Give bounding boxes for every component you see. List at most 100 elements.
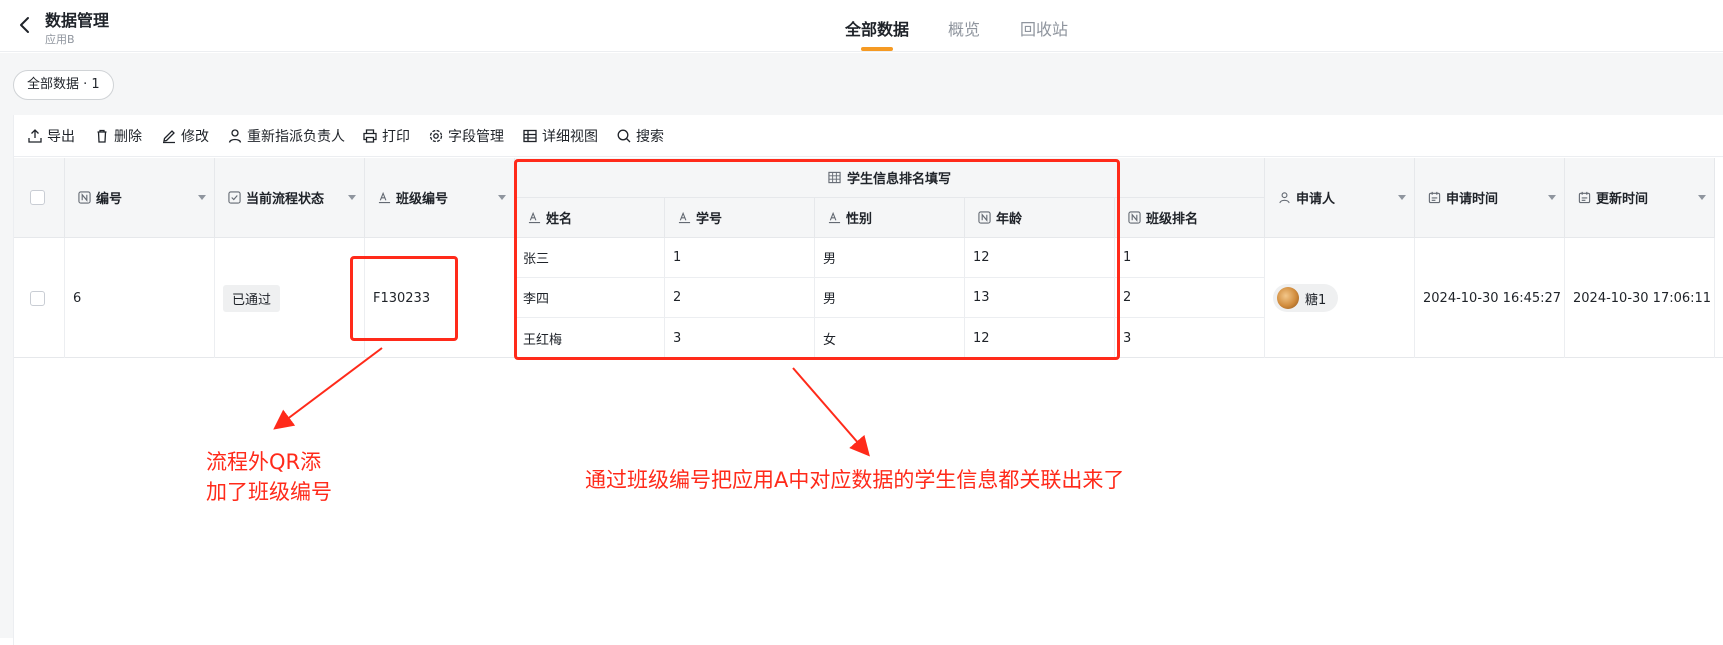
status-badge: 已通过	[223, 284, 281, 312]
print-button[interactable]: 打印	[362, 115, 410, 157]
row-select-cell	[14, 238, 65, 358]
edit-button[interactable]: 修改	[161, 115, 209, 157]
gear-icon	[429, 129, 443, 143]
text-field-icon	[677, 211, 691, 225]
cell-student-no[interactable]: 3	[665, 318, 815, 358]
cell-age[interactable]: 12	[965, 238, 1115, 278]
chevron-down-icon[interactable]	[1548, 194, 1556, 200]
select-all-header	[14, 158, 65, 238]
field-manage-button[interactable]: 字段管理	[428, 115, 504, 157]
cell-age[interactable]: 13	[965, 278, 1115, 318]
cell-student-no[interactable]: 1	[665, 238, 815, 278]
filter-chip-all-data[interactable]: 全部数据 · 1	[13, 70, 114, 100]
select-all-checkbox[interactable]	[30, 190, 45, 205]
annotation-note-right: 通过班级编号把应用A中对应数据的学生信息都关联出来了	[585, 468, 1125, 492]
export-button[interactable]: 导出	[27, 115, 75, 157]
chevron-down-icon[interactable]	[198, 194, 206, 200]
chevron-down-icon[interactable]	[348, 194, 356, 200]
column-header-rank[interactable]: 班级排名	[1115, 198, 1265, 238]
column-label-class-no: 班级编号	[396, 192, 449, 207]
column-header-age[interactable]: 年龄	[965, 198, 1115, 238]
delete-label: 删除	[114, 129, 142, 145]
cell-gender[interactable]: 男	[815, 278, 965, 318]
checkbox-field-icon	[227, 191, 241, 205]
pencil-icon	[163, 130, 175, 144]
search-label: 搜索	[636, 129, 664, 145]
tab-overview[interactable]: 概览	[948, 16, 980, 40]
detail-view-label: 详细视图	[542, 129, 598, 145]
column-header-applicant[interactable]: 申请人	[1265, 158, 1415, 238]
back-arrow-icon[interactable]	[14, 14, 36, 36]
cell-name[interactable]: 李四	[515, 278, 665, 318]
page-title: 数据管理	[45, 11, 110, 30]
cell-student-no[interactable]: 2	[665, 278, 815, 318]
cell-gender[interactable]: 男	[815, 238, 965, 278]
column-header-id[interactable]: 编号	[65, 158, 215, 238]
column-header-gender[interactable]: 性别	[815, 198, 965, 238]
user-icon	[228, 129, 242, 143]
column-label-status: 当前流程状态	[246, 192, 325, 207]
active-tab-indicator	[861, 47, 893, 51]
detail-view-button[interactable]: 详细视图	[522, 115, 598, 157]
column-label-age: 年龄	[996, 212, 1023, 227]
avatar	[1277, 287, 1299, 309]
cell-age[interactable]: 12	[965, 318, 1115, 358]
cell-name[interactable]: 张三	[515, 238, 665, 278]
column-header-update-time[interactable]: 更新时间	[1565, 158, 1715, 238]
cell-class-no[interactable]: F130233	[365, 238, 515, 358]
column-group-student-info[interactable]: 学生信息排名填写	[515, 158, 1265, 198]
column-label-student-no: 学号	[696, 212, 723, 227]
row-checkbox[interactable]	[30, 290, 45, 306]
cell-update-time[interactable]: 2024-10-30 17:06:11	[1565, 238, 1715, 358]
column-header-class-no[interactable]: 班级编号	[365, 158, 515, 238]
user-field-icon	[1277, 191, 1291, 205]
upload-icon	[28, 129, 42, 143]
chevron-down-icon[interactable]	[498, 194, 506, 200]
text-field-icon	[527, 211, 541, 225]
data-panel: 导出 删除 修改 重新指派负责人 打印 字段管理 详细视图 搜索 编号 当前流程…	[13, 115, 1723, 645]
subtable-icon	[828, 171, 842, 185]
print-label: 打印	[382, 129, 410, 145]
table-icon	[523, 129, 537, 143]
tab-all-data[interactable]: 全部数据	[845, 16, 909, 40]
annotation-note-left-line1: 流程外QR添	[206, 450, 322, 474]
main-content: 全部数据 · 1 导出 删除 修改 重新指派负责人 打印 字段管理 详细视图 搜…	[0, 53, 1723, 645]
table-row[interactable]: 6 已通过 F130233 张三 1 男 12 1 李四 2 男 13 2 王红…	[14, 238, 1723, 358]
column-label-id: 编号	[96, 192, 123, 207]
column-label-rank: 班级排名	[1146, 212, 1199, 227]
cell-status[interactable]: 已通过	[215, 238, 365, 358]
trash-icon	[97, 129, 107, 143]
column-label-name: 姓名	[546, 212, 573, 227]
annotation-note-left: 流程外QR添 加了班级编号	[206, 447, 332, 507]
app-subtitle: 应用B	[45, 33, 75, 46]
chevron-down-icon[interactable]	[1698, 194, 1706, 200]
cell-rank[interactable]: 3	[1115, 318, 1265, 358]
tab-recycle-bin[interactable]: 回收站	[1020, 16, 1068, 40]
cell-applicant[interactable]: 糖1	[1265, 238, 1415, 358]
cell-rank[interactable]: 1	[1115, 238, 1265, 278]
column-header-name[interactable]: 姓名	[515, 198, 665, 238]
cell-id[interactable]: 6	[65, 238, 215, 358]
number-field-icon	[1127, 211, 1141, 225]
search-button[interactable]: 搜索	[616, 115, 664, 157]
applicant-name: 糖1	[1305, 292, 1327, 308]
applicant-tag[interactable]: 糖1	[1273, 284, 1339, 312]
cell-apply-time[interactable]: 2024-10-30 16:45:27	[1415, 238, 1565, 358]
chevron-down-icon[interactable]	[1398, 194, 1406, 200]
column-header-student-no[interactable]: 学号	[665, 198, 815, 238]
reassign-owner-label: 重新指派负责人	[247, 129, 345, 145]
cell-gender[interactable]: 女	[815, 318, 965, 358]
number-field-icon	[977, 211, 991, 225]
column-header-status[interactable]: 当前流程状态	[215, 158, 365, 238]
number-field-icon	[77, 191, 91, 205]
calendar-icon	[1577, 191, 1591, 205]
delete-button[interactable]: 删除	[94, 115, 142, 157]
cell-name[interactable]: 王红梅	[515, 318, 665, 358]
column-group-label: 学生信息排名填写	[846, 172, 951, 187]
calendar-icon	[1427, 191, 1441, 205]
column-header-apply-time[interactable]: 申请时间	[1415, 158, 1565, 238]
page-header: 数据管理 应用B 全部数据 概览 回收站	[0, 0, 1723, 52]
toolbar: 导出 删除 修改 重新指派负责人 打印 字段管理 详细视图 搜索	[14, 115, 1723, 157]
cell-rank[interactable]: 2	[1115, 278, 1265, 318]
reassign-owner-button[interactable]: 重新指派负责人	[227, 115, 345, 157]
